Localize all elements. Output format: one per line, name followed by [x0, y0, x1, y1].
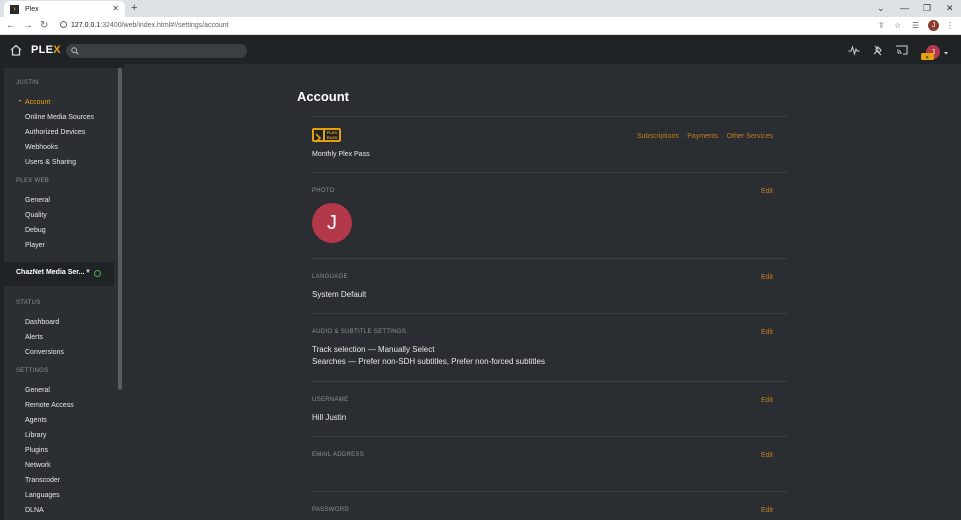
address-bar[interactable]: 127.0.0.1:32400/web/index.html#!/setting… — [60, 20, 229, 32]
plexpass-plan: Monthly Plex Pass — [312, 151, 370, 158]
sidebar-item-online-media-sources[interactable]: Online Media Sources — [25, 113, 94, 122]
settings-sidebar: JUSTIN Account Online Media Sources Auth… — [4, 68, 124, 520]
searches-value: Searches — Prefer non-SDH subtitles, Pre… — [312, 357, 545, 366]
sidebar-item-general[interactable]: General — [25, 386, 50, 395]
email-section: EMAIL ADDRESS Edit — [312, 436, 787, 491]
language-label: LANGUAGE — [312, 274, 348, 280]
password-section: PASSWORD Edit — [312, 491, 787, 520]
tab-title: Plex — [25, 5, 39, 13]
sidebar-item-transcoder[interactable]: Transcoder — [25, 476, 60, 485]
search-icon — [71, 47, 79, 55]
browser-tabstrip: › Plex ✕ + ⌄ — ❐ ✕ — [0, 0, 961, 17]
search-bar[interactable] — [66, 44, 247, 58]
plexpass-badge: PLEX PASS — [312, 128, 341, 143]
user-menu[interactable]: J ▸ — [919, 44, 949, 64]
sidebar-heading-settings: SETTINGS — [16, 368, 49, 374]
plex-topbar: PLEX — [0, 36, 961, 64]
email-label: EMAIL ADDRESS — [312, 452, 365, 458]
photo-label: PHOTO — [312, 188, 335, 194]
bookmark-star-icon[interactable]: ☆ — [894, 20, 901, 32]
username-label: USERNAME — [312, 397, 349, 403]
password-edit-link[interactable]: Edit — [761, 507, 773, 514]
audio-subtitle-label: AUDIO & SUBTITLE SETTINGS — [312, 329, 407, 335]
sidebar-item-dlna[interactable]: DLNA — [25, 506, 44, 515]
caret-down-icon: ▼ — [85, 269, 91, 275]
plex-logo[interactable]: PLEX — [31, 44, 61, 56]
plexpass-badge-text: PLEX PASS — [325, 130, 339, 140]
search-input[interactable] — [82, 45, 242, 57]
sidebar-item-quality[interactable]: Quality — [25, 211, 47, 220]
account-avatar: J — [312, 203, 352, 243]
reading-list-icon[interactable]: ☰ — [912, 20, 919, 32]
browser-tab[interactable]: › Plex ✕ — [4, 1, 125, 17]
browser-toolbar: ← → ↻ 127.0.0.1:32400/web/index.html#!/s… — [0, 17, 961, 35]
payments-link[interactable]: Payments — [687, 133, 718, 140]
sidebar-item-users-sharing[interactable]: Users & Sharing — [25, 158, 76, 167]
sidebar-item-dashboard[interactable]: Dashboard — [25, 318, 59, 327]
username-section: USERNAME Edit Hill Justin — [312, 381, 787, 436]
language-edit-link[interactable]: Edit — [761, 274, 773, 281]
other-services-link[interactable]: Other Services — [727, 133, 773, 140]
sidebar-item-remote-access[interactable]: Remote Access — [25, 401, 74, 410]
sidebar-item-alerts[interactable]: Alerts — [25, 333, 43, 342]
sidebar-item-authorized-devices[interactable]: Authorized Devices — [25, 128, 85, 137]
close-tab-icon[interactable]: ✕ — [112, 5, 119, 13]
plexpass-section: PLEX PASS Monthly Plex Pass Subscription… — [312, 116, 787, 172]
audio-subtitle-section: AUDIO & SUBTITLE SETTINGS Edit Track sel… — [312, 313, 787, 381]
plex-chevron-icon — [314, 130, 323, 143]
sidebar-item-player[interactable]: Player — [25, 241, 45, 250]
page-title: Account — [297, 89, 349, 104]
username-edit-link[interactable]: Edit — [761, 397, 773, 404]
restore-icon[interactable]: ❐ — [923, 2, 931, 14]
url-path: :32400/web/index.html#!/settings/account — [100, 22, 229, 29]
tab-search-chevron-icon[interactable]: ⌄ — [877, 2, 885, 14]
sidebar-item-debug[interactable]: Debug — [25, 226, 46, 235]
server-selector[interactable]: ChazNet Media Ser... ▼ — [4, 262, 114, 286]
sidebar-item-plugins[interactable]: Plugins — [25, 446, 48, 455]
sidebar-item-web-general[interactable]: General — [25, 196, 50, 205]
browser-profile-avatar[interactable]: J — [928, 20, 939, 31]
server-name: ChazNet Media Ser... — [16, 269, 85, 276]
sidebar-heading-plex-web: PLEX WEB — [16, 178, 50, 184]
sidebar-item-webhooks[interactable]: Webhooks — [25, 143, 58, 152]
browser-menu-icon[interactable]: ⋮ — [946, 20, 954, 32]
url-host: 127.0.0.1 — [71, 22, 101, 29]
plexpass-links: Subscriptions · Payments · Other Services — [636, 133, 773, 140]
reload-icon[interactable]: ↻ — [40, 19, 48, 33]
sidebar-heading-user: JUSTIN — [16, 80, 39, 86]
photo-section: PHOTO Edit J — [312, 172, 787, 258]
audio-subtitle-edit-link[interactable]: Edit — [761, 329, 773, 336]
language-section: LANGUAGE Edit System Default — [312, 258, 787, 313]
username-value: Hill Justin — [312, 413, 347, 422]
track-selection-value: Track selection — Manually Select — [312, 345, 435, 354]
sidebar-item-conversions[interactable]: Conversions — [25, 348, 64, 357]
back-arrow-icon[interactable]: ← — [6, 19, 16, 33]
plex-favicon-icon: › — [10, 4, 19, 14]
home-icon[interactable] — [9, 43, 23, 57]
server-online-status-icon — [94, 270, 101, 277]
account-settings-panel: Account PLEX PASS Monthly Plex Pass Subs… — [124, 64, 961, 520]
sidebar-item-network[interactable]: Network — [25, 461, 51, 470]
forward-arrow-icon[interactable]: → — [23, 19, 33, 33]
email-edit-link[interactable]: Edit — [761, 452, 773, 459]
sidebar-item-account[interactable]: Account — [19, 98, 50, 107]
window-close-icon[interactable]: ✕ — [946, 2, 954, 14]
new-tab-icon[interactable]: + — [131, 2, 137, 14]
cast-icon[interactable] — [896, 44, 908, 56]
password-label: PASSWORD — [312, 507, 349, 513]
sidebar-scrollbar[interactable] — [118, 68, 122, 390]
sidebar-item-languages[interactable]: Languages — [25, 491, 60, 500]
minimize-icon[interactable]: — — [900, 2, 909, 14]
sidebar-item-agents[interactable]: Agents — [25, 416, 47, 425]
subscriptions-link[interactable]: Subscriptions — [637, 133, 679, 140]
sidebar-item-library[interactable]: Library — [25, 431, 46, 440]
sidebar-heading-status: STATUS — [16, 300, 41, 306]
site-info-icon[interactable] — [60, 21, 67, 28]
language-value: System Default — [312, 290, 367, 299]
share-icon[interactable]: ⇪ — [878, 20, 885, 32]
photo-edit-link[interactable]: Edit — [761, 188, 773, 195]
settings-wrench-icon[interactable] — [872, 44, 884, 56]
activity-icon[interactable] — [848, 44, 860, 56]
